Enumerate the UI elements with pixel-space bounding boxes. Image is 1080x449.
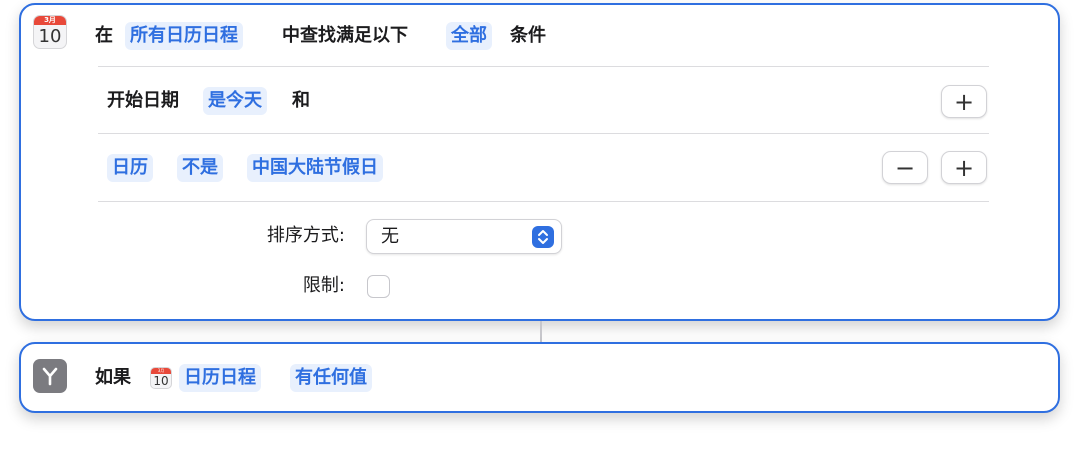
filter-2-field-token[interactable]: 日历 bbox=[107, 154, 153, 182]
filter-1-operator-token[interactable]: 是今天 bbox=[203, 87, 267, 115]
divider bbox=[98, 201, 989, 202]
find-suffix-text: 条件 bbox=[510, 25, 546, 46]
updown-chevron-icon bbox=[532, 226, 554, 248]
calendar-icon-month: 3月 bbox=[34, 16, 66, 25]
variable-token[interactable]: 日历日程 bbox=[179, 364, 261, 392]
limit-label: 限制: bbox=[302, 275, 345, 296]
find-middle-text: 中查找满足以下 bbox=[282, 25, 408, 46]
filter-2-value-token[interactable]: 中国大陆节假日 bbox=[247, 154, 383, 182]
add-filter-button[interactable]: + bbox=[941, 151, 987, 184]
plus-icon: + bbox=[953, 87, 975, 116]
sort-select-value: 无 bbox=[381, 226, 399, 247]
divider bbox=[98, 66, 989, 67]
find-prefix-text: 在 bbox=[95, 25, 113, 46]
if-action-card[interactable] bbox=[19, 342, 1060, 413]
action-connector bbox=[540, 321, 542, 342]
filter-2-operator-token[interactable]: 不是 bbox=[177, 154, 223, 182]
calendar-icon-day: 10 bbox=[153, 374, 169, 388]
divider bbox=[98, 133, 989, 134]
branch-icon bbox=[33, 359, 67, 393]
minus-icon: − bbox=[894, 153, 916, 182]
filter-1-field: 开始日期 bbox=[107, 90, 179, 111]
add-filter-button[interactable]: + bbox=[941, 85, 987, 118]
match-mode-token[interactable]: 全部 bbox=[446, 22, 492, 50]
limit-checkbox[interactable] bbox=[367, 275, 390, 298]
if-label: 如果 bbox=[95, 367, 131, 388]
plus-icon: + bbox=[953, 153, 975, 182]
source-token[interactable]: 所有日历日程 bbox=[125, 22, 243, 50]
calendar-icon-day: 10 bbox=[38, 26, 62, 47]
calendar-icon: 3月 10 bbox=[33, 15, 67, 49]
condition-token[interactable]: 有任何值 bbox=[290, 364, 372, 392]
calendar-icon: 3月 10 bbox=[150, 367, 172, 389]
sort-select[interactable]: 无 bbox=[366, 219, 562, 254]
remove-filter-button[interactable]: − bbox=[882, 151, 928, 184]
filter-1-connector: 和 bbox=[292, 90, 310, 111]
sort-label: 排序方式: bbox=[266, 225, 345, 246]
